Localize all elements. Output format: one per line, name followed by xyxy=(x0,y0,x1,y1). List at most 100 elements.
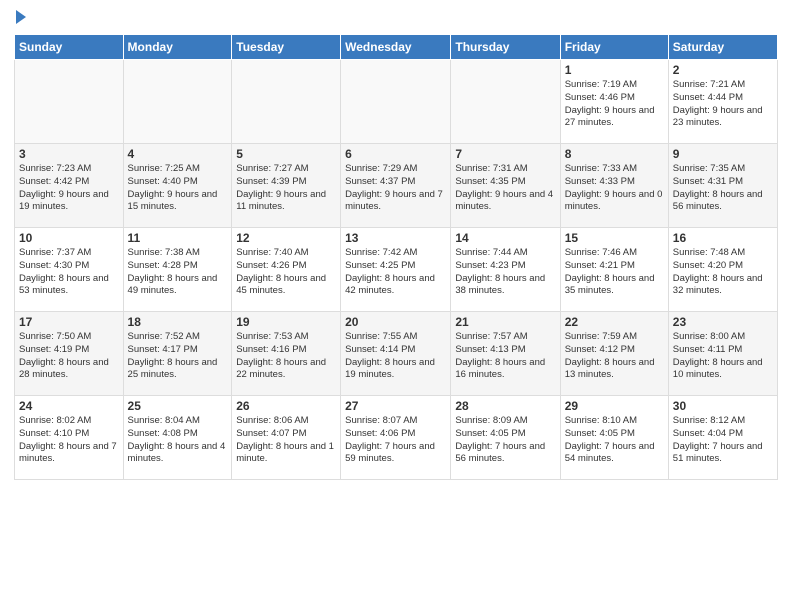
day-info: Sunrise: 7:37 AMSunset: 4:30 PMDaylight:… xyxy=(19,247,119,298)
calendar-cell: 15 Sunrise: 7:46 AMSunset: 4:21 PMDayligh… xyxy=(560,228,668,312)
day-number: 23 xyxy=(673,315,773,329)
day-number: 8 xyxy=(565,147,664,161)
col-header-wednesday: Wednesday xyxy=(341,35,451,60)
day-info: Sunrise: 7:53 AMSunset: 4:16 PMDaylight:… xyxy=(236,331,336,382)
col-header-friday: Friday xyxy=(560,35,668,60)
day-number: 14 xyxy=(455,231,555,245)
calendar-cell: 16 Sunrise: 7:48 AMSunset: 4:20 PMDayligh… xyxy=(668,228,777,312)
calendar-cell: 6 Sunrise: 7:29 AMSunset: 4:37 PMDaylight… xyxy=(341,144,451,228)
day-info: Sunrise: 8:12 AMSunset: 4:04 PMDaylight:… xyxy=(673,415,773,466)
day-info: Sunrise: 7:44 AMSunset: 4:23 PMDaylight:… xyxy=(455,247,555,298)
day-number: 29 xyxy=(565,399,664,413)
day-number: 17 xyxy=(19,315,119,329)
day-info: Sunrise: 7:57 AMSunset: 4:13 PMDaylight:… xyxy=(455,331,555,382)
day-info: Sunrise: 7:50 AMSunset: 4:19 PMDaylight:… xyxy=(19,331,119,382)
day-number: 19 xyxy=(236,315,336,329)
calendar-cell: 30 Sunrise: 8:12 AMSunset: 4:04 PMDayligh… xyxy=(668,396,777,480)
calendar-cell: 13 Sunrise: 7:42 AMSunset: 4:25 PMDayligh… xyxy=(341,228,451,312)
day-number: 2 xyxy=(673,63,773,77)
calendar-cell: 9 Sunrise: 7:35 AMSunset: 4:31 PMDaylight… xyxy=(668,144,777,228)
day-info: Sunrise: 7:35 AMSunset: 4:31 PMDaylight:… xyxy=(673,163,773,214)
day-number: 18 xyxy=(128,315,228,329)
calendar-week-row: 1Sunrise: 7:19 AMSunset: 4:46 PMDaylight… xyxy=(15,60,778,144)
day-number: 5 xyxy=(236,147,336,161)
day-info: Sunrise: 7:31 AMSunset: 4:35 PMDaylight:… xyxy=(455,163,555,214)
day-number: 30 xyxy=(673,399,773,413)
logo-arrow-icon xyxy=(16,10,26,24)
day-number: 21 xyxy=(455,315,555,329)
day-number: 15 xyxy=(565,231,664,245)
calendar-cell: 12 Sunrise: 7:40 AMSunset: 4:26 PMDayligh… xyxy=(232,228,341,312)
day-number: 7 xyxy=(455,147,555,161)
col-header-saturday: Saturday xyxy=(668,35,777,60)
calendar-cell: 26 Sunrise: 8:06 AMSunset: 4:07 PMDayligh… xyxy=(232,396,341,480)
day-info: Sunrise: 7:52 AMSunset: 4:17 PMDaylight:… xyxy=(128,331,228,382)
day-info: Sunrise: 7:48 AMSunset: 4:20 PMDaylight:… xyxy=(673,247,773,298)
calendar-cell: 1Sunrise: 7:19 AMSunset: 4:46 PMDaylight… xyxy=(560,60,668,144)
calendar-cell: 25Sunrise: 8:04 AMSunset: 4:08 PMDayligh… xyxy=(123,396,232,480)
calendar-cell: 24 Sunrise: 8:02 AMSunset: 4:10 PMDayligh… xyxy=(15,396,124,480)
calendar-week-row: 10 Sunrise: 7:37 AMSunset: 4:30 PMDayligh… xyxy=(15,228,778,312)
day-info: Sunrise: 7:27 AMSunset: 4:39 PMDaylight:… xyxy=(236,163,336,214)
calendar-cell: 17 Sunrise: 7:50 AMSunset: 4:19 PMDayligh… xyxy=(15,312,124,396)
header xyxy=(14,10,778,28)
col-header-thursday: Thursday xyxy=(451,35,560,60)
calendar-cell xyxy=(341,60,451,144)
day-number: 12 xyxy=(236,231,336,245)
col-header-monday: Monday xyxy=(123,35,232,60)
calendar-cell: 11 Sunrise: 7:38 AMSunset: 4:28 PMDayligh… xyxy=(123,228,232,312)
calendar-cell: 29Sunrise: 8:10 AMSunset: 4:05 PMDayligh… xyxy=(560,396,668,480)
calendar: SundayMondayTuesdayWednesdayThursdayFrid… xyxy=(14,34,778,480)
day-number: 4 xyxy=(128,147,228,161)
col-header-tuesday: Tuesday xyxy=(232,35,341,60)
day-number: 24 xyxy=(19,399,119,413)
calendar-week-row: 17 Sunrise: 7:50 AMSunset: 4:19 PMDayligh… xyxy=(15,312,778,396)
calendar-week-row: 24 Sunrise: 8:02 AMSunset: 4:10 PMDayligh… xyxy=(15,396,778,480)
calendar-cell: 20 Sunrise: 7:55 AMSunset: 4:14 PMDayligh… xyxy=(341,312,451,396)
day-info: Sunrise: 7:42 AMSunset: 4:25 PMDaylight:… xyxy=(345,247,446,298)
day-info: Sunrise: 7:29 AMSunset: 4:37 PMDaylight:… xyxy=(345,163,446,214)
day-number: 9 xyxy=(673,147,773,161)
day-info: Sunrise: 7:38 AMSunset: 4:28 PMDaylight:… xyxy=(128,247,228,298)
calendar-cell: 5 Sunrise: 7:27 AMSunset: 4:39 PMDaylight… xyxy=(232,144,341,228)
day-number: 20 xyxy=(345,315,446,329)
day-info: Sunrise: 7:23 AMSunset: 4:42 PMDaylight:… xyxy=(19,163,119,214)
day-info: Sunrise: 7:33 AMSunset: 4:33 PMDaylight:… xyxy=(565,163,664,214)
day-number: 16 xyxy=(673,231,773,245)
calendar-cell: 21 Sunrise: 7:57 AMSunset: 4:13 PMDayligh… xyxy=(451,312,560,396)
calendar-week-row: 3 Sunrise: 7:23 AMSunset: 4:42 PMDaylight… xyxy=(15,144,778,228)
calendar-cell: 7 Sunrise: 7:31 AMSunset: 4:35 PMDaylight… xyxy=(451,144,560,228)
day-number: 28 xyxy=(455,399,555,413)
day-info: Sunrise: 8:07 AMSunset: 4:06 PMDaylight:… xyxy=(345,415,446,466)
day-number: 11 xyxy=(128,231,228,245)
calendar-cell: 4 Sunrise: 7:25 AMSunset: 4:40 PMDaylight… xyxy=(123,144,232,228)
day-number: 26 xyxy=(236,399,336,413)
day-number: 6 xyxy=(345,147,446,161)
calendar-cell xyxy=(15,60,124,144)
day-info: Sunrise: 7:55 AMSunset: 4:14 PMDaylight:… xyxy=(345,331,446,382)
day-number: 22 xyxy=(565,315,664,329)
day-number: 1 xyxy=(565,63,664,77)
calendar-cell: 14 Sunrise: 7:44 AMSunset: 4:23 PMDayligh… xyxy=(451,228,560,312)
calendar-cell: 22Sunrise: 7:59 AMSunset: 4:12 PMDayligh… xyxy=(560,312,668,396)
day-info: Sunrise: 8:06 AMSunset: 4:07 PMDaylight:… xyxy=(236,415,336,466)
col-header-sunday: Sunday xyxy=(15,35,124,60)
day-info: Sunrise: 8:02 AMSunset: 4:10 PMDaylight:… xyxy=(19,415,119,466)
calendar-cell: 18 Sunrise: 7:52 AMSunset: 4:17 PMDayligh… xyxy=(123,312,232,396)
calendar-cell: 23Sunrise: 8:00 AMSunset: 4:11 PMDayligh… xyxy=(668,312,777,396)
day-info: Sunrise: 7:46 AMSunset: 4:21 PMDaylight:… xyxy=(565,247,664,298)
day-number: 27 xyxy=(345,399,446,413)
calendar-cell xyxy=(451,60,560,144)
day-number: 13 xyxy=(345,231,446,245)
calendar-cell xyxy=(123,60,232,144)
day-number: 10 xyxy=(19,231,119,245)
calendar-cell: 3 Sunrise: 7:23 AMSunset: 4:42 PMDaylight… xyxy=(15,144,124,228)
calendar-cell xyxy=(232,60,341,144)
day-info: Sunrise: 7:40 AMSunset: 4:26 PMDaylight:… xyxy=(236,247,336,298)
calendar-cell: 19 Sunrise: 7:53 AMSunset: 4:16 PMDayligh… xyxy=(232,312,341,396)
day-number: 3 xyxy=(19,147,119,161)
calendar-cell: 2Sunrise: 7:21 AMSunset: 4:44 PMDaylight… xyxy=(668,60,777,144)
calendar-header-row: SundayMondayTuesdayWednesdayThursdayFrid… xyxy=(15,35,778,60)
day-info: Sunrise: 7:25 AMSunset: 4:40 PMDaylight:… xyxy=(128,163,228,214)
day-number: 25 xyxy=(128,399,228,413)
